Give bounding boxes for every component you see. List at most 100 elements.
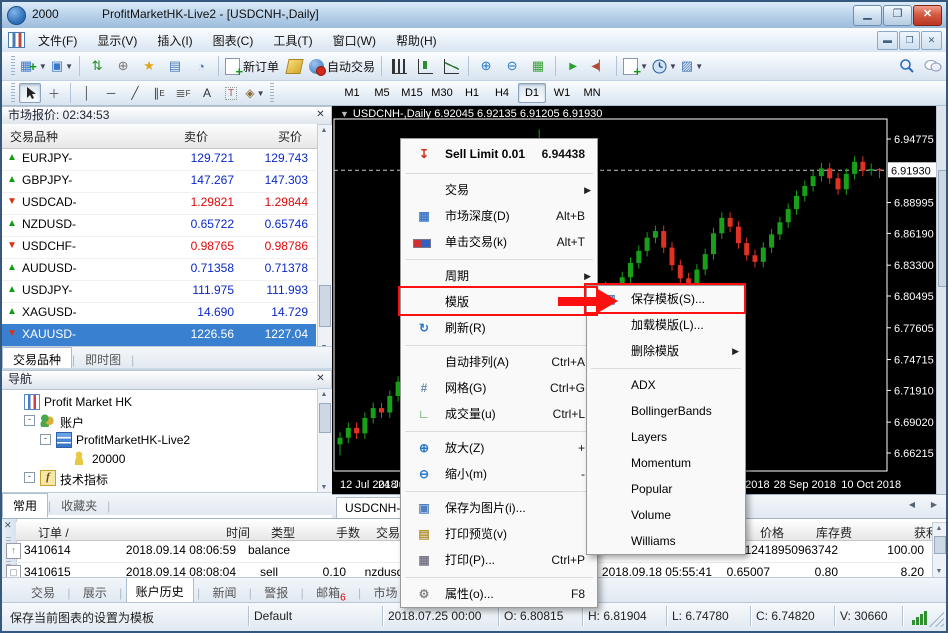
navigator-item-1[interactable]: -账户: [2, 411, 312, 430]
tile-windows-button[interactable]: ▦: [526, 54, 550, 78]
quick-trade-arrow-icon[interactable]: ▼: [340, 109, 349, 119]
indicators-button[interactable]: ▼: [622, 54, 649, 78]
new-chart-button[interactable]: ▦+▼: [19, 54, 48, 78]
menu-item-tpl-layers[interactable]: Layers: [587, 424, 745, 450]
menu-item-refresh[interactable]: ↻刷新(R): [401, 315, 597, 341]
navigator-toggle[interactable]: ★: [137, 54, 161, 78]
scrollbar-thumb[interactable]: [319, 403, 331, 433]
candle-chart-button[interactable]: [413, 54, 437, 78]
scroll-up-icon[interactable]: ▲: [933, 525, 945, 532]
market-watch-toggle[interactable]: ⇅: [85, 54, 109, 78]
close-button[interactable]: ✕: [913, 5, 942, 26]
menu-item-zoom-in[interactable]: ⊕放大(Z)+: [401, 435, 597, 461]
periods-button[interactable]: ▼: [651, 54, 678, 78]
trendline-button[interactable]: ╱: [124, 83, 146, 103]
dropdown-caret-icon[interactable]: ▼: [65, 62, 73, 71]
tab-scroll-right-icon[interactable]: ▶: [926, 500, 942, 514]
menu-item-trade[interactable]: 交易▶: [401, 177, 597, 203]
child-minimize-button[interactable]: ▬: [877, 31, 898, 50]
bar-chart-button[interactable]: [387, 54, 411, 78]
menu-item-grid[interactable]: #网格(G)Ctrl+G: [401, 375, 597, 401]
child-close-button[interactable]: ✕: [921, 31, 942, 50]
timeframe-w1-button[interactable]: W1: [548, 83, 576, 103]
menu-item-tpl-volume[interactable]: Volume: [587, 502, 745, 528]
menu-item-sell-limit[interactable]: ↧Sell Limit 0.016.94438: [401, 139, 597, 169]
menu-item-tpl-momentum[interactable]: Momentum: [587, 450, 745, 476]
text-label-button[interactable]: T: [220, 83, 242, 103]
tree-expander-icon[interactable]: -: [24, 415, 35, 426]
menu-item-volumes[interactable]: ∟成交量(u)Ctrl+L: [401, 401, 597, 427]
menu-item-market-depth[interactable]: ▦市场深度(D)Alt+B: [401, 203, 597, 229]
navigator-tab-0[interactable]: 常用: [2, 493, 48, 518]
restore-button[interactable]: ❐: [883, 5, 912, 26]
menubar-item-4[interactable]: 工具(T): [263, 28, 322, 53]
menubar-item-5[interactable]: 窗口(W): [323, 28, 386, 53]
menu-item-tpl-williams[interactable]: Williams: [587, 528, 745, 554]
dropdown-caret-icon[interactable]: ▼: [695, 62, 703, 71]
menubar-item-0[interactable]: 文件(F): [28, 28, 87, 53]
child-restore-button[interactable]: ❐: [899, 31, 920, 50]
timeframe-m5-button[interactable]: M5: [368, 83, 396, 103]
horizontal-line-button[interactable]: ─: [100, 83, 122, 103]
menu-item-tpl-popular[interactable]: Popular: [587, 476, 745, 502]
terminal-toggle[interactable]: ▤: [163, 54, 187, 78]
menubar-item-1[interactable]: 显示(V): [87, 28, 147, 53]
auto-scroll-toggle[interactable]: ▶: [561, 54, 585, 78]
menu-item-one-click[interactable]: 单击交易(k)Alt+T: [401, 229, 597, 255]
navigator-scrollbar[interactable]: ▲ ▼: [317, 388, 333, 494]
timeframe-m1-button[interactable]: M1: [338, 83, 366, 103]
terminal-scrollbar[interactable]: ▲ ▼: [932, 522, 948, 578]
navigator-item-3[interactable]: 20000: [2, 449, 312, 468]
menubar-item-6[interactable]: 帮助(H): [386, 28, 447, 53]
menu-item-tpl-adx[interactable]: ADX: [587, 372, 745, 398]
terminal-column-lots[interactable]: 手数: [314, 524, 360, 541]
timeframe-h1-button[interactable]: H1: [458, 83, 486, 103]
market-watch-row-xagusd[interactable]: ▲XAGUSD-14.69014.729: [2, 302, 316, 325]
menubar-item-3[interactable]: 图表(C): [203, 28, 264, 53]
crosshair-button[interactable]: ＋: [43, 83, 65, 103]
data-window-toggle[interactable]: ⊕: [111, 54, 135, 78]
scroll-up-icon[interactable]: ▲: [318, 127, 330, 134]
market-watch-row-audusd[interactable]: ▲AUDUSD-0.713580.71378: [2, 258, 316, 281]
market-watch-row-nzdusd[interactable]: ▲NZDUSD-0.657220.65746: [2, 214, 316, 237]
timeframe-h4-button[interactable]: H4: [488, 83, 516, 103]
timeframe-d1-button[interactable]: D1: [518, 83, 546, 103]
navigator-tab-1[interactable]: 收藏夹: [51, 494, 107, 517]
dropdown-caret-icon[interactable]: ▼: [39, 62, 47, 71]
menu-item-zoom-out[interactable]: ⊖缩小(m)-: [401, 461, 597, 487]
new-order-button[interactable]: 新订单: [224, 54, 280, 78]
templates-button[interactable]: ▨▼: [680, 54, 704, 78]
terminal-tab-2[interactable]: 账户历史: [126, 577, 194, 605]
market-watch-scrollbar[interactable]: ▲ ▼: [317, 124, 333, 354]
menu-item-print[interactable]: ▦打印(P)...Ctrl+P: [401, 547, 597, 573]
scroll-down-icon[interactable]: ▼: [318, 484, 330, 491]
terminal-column-open_time[interactable]: 时间: [116, 524, 250, 541]
menu-item-delete-template[interactable]: 删除模版▶: [587, 338, 745, 364]
metaeditor-button[interactable]: [282, 54, 306, 78]
market-watch-row-xauusd[interactable]: ▼XAUUSD-1226.561227.04: [2, 324, 316, 347]
market-watch-column-2[interactable]: 买价: [278, 128, 302, 145]
cursor-button[interactable]: [19, 83, 41, 103]
market-watch-row-usdchf[interactable]: ▼USDCHF-0.987650.98786: [2, 236, 316, 259]
zoom-out-button[interactable]: ⊖: [500, 54, 524, 78]
terminal-column-profit[interactable]: 获利: [854, 524, 938, 541]
tree-expander-icon[interactable]: -: [24, 472, 35, 483]
menu-item-load-template[interactable]: 加载模版(L)...: [587, 312, 745, 338]
market-watch-row-usdjpy[interactable]: ▲USDJPY-111.975111.993: [2, 280, 316, 303]
terminal-close-icon[interactable]: ✕: [4, 520, 12, 531]
arrows-button[interactable]: ◈▼: [244, 83, 266, 103]
scrollbar-thumb[interactable]: [938, 170, 948, 287]
profiles-button[interactable]: ▣▼: [50, 54, 74, 78]
navigator-close-icon[interactable]: ✕: [313, 372, 328, 387]
scroll-up-icon[interactable]: ▲: [318, 391, 330, 398]
strategy-tester-toggle[interactable]: ◔: [189, 54, 213, 78]
market-watch-column-0[interactable]: 交易品种: [10, 128, 58, 145]
menu-item-tpl-bollingerbands[interactable]: BollingerBands: [587, 398, 745, 424]
menu-item-auto-arrange[interactable]: 自动排列(A)Ctrl+A: [401, 349, 597, 375]
dropdown-caret-icon[interactable]: ▼: [640, 62, 648, 71]
fibonacci-button[interactable]: ≣F: [172, 83, 194, 103]
vertical-line-button[interactable]: │: [76, 83, 98, 103]
market-watch-row-eurjpy[interactable]: ▲EURJPY-129.721129.743: [2, 148, 316, 171]
navigator-item-0[interactable]: Profit Market HK: [2, 392, 312, 411]
navigator-item-2[interactable]: -ProfitMarketHK-Live2: [2, 430, 312, 449]
